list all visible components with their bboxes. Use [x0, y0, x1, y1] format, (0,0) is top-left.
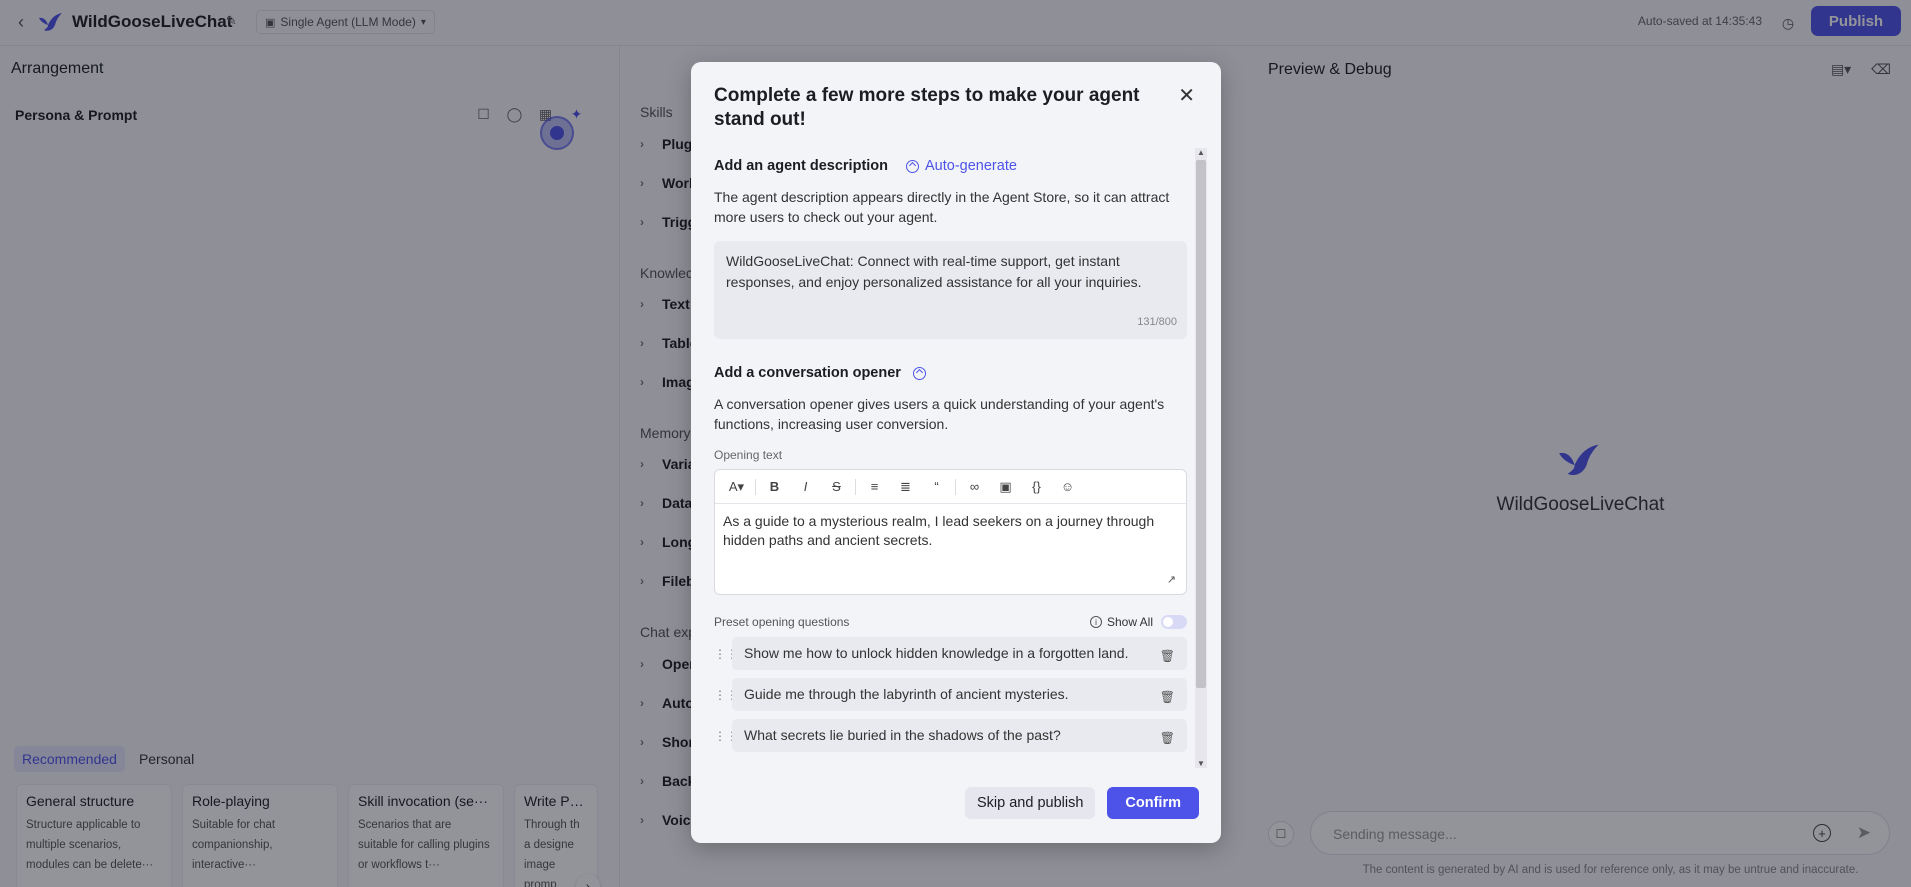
strikethrough-icon[interactable]: S	[821, 475, 852, 499]
expand-icon[interactable]: ↗	[1167, 573, 1176, 586]
preset-question-input[interactable]: Show me how to unlock hidden knowledge i…	[732, 637, 1187, 670]
opener-heading: Add a conversation opener	[714, 365, 901, 381]
toolbar-divider	[955, 478, 956, 495]
opening-text-label: Opening text	[714, 448, 783, 462]
image-icon[interactable]: ▣	[990, 475, 1021, 499]
opener-help: A conversation opener gives users a quic…	[714, 396, 1165, 432]
auto-generate-icon[interactable]	[912, 366, 926, 380]
opener-header: Add a conversation opener	[714, 365, 1187, 381]
scroll-up-icon[interactable]: ▲	[1195, 148, 1207, 157]
description-header: Add an agent description Auto-generate	[714, 158, 1187, 174]
preset-question-text: Guide me through the labyrinth of ancien…	[744, 686, 1069, 702]
opening-text-value: As a guide to a mysterious realm, I lead…	[723, 513, 1155, 548]
trash-icon[interactable]: 🗑	[1160, 728, 1175, 749]
modal-footer: Skip and publish Confirm	[964, 787, 1199, 819]
toolbar-divider	[855, 478, 856, 495]
close-icon[interactable]: ✕	[1178, 86, 1195, 106]
description-value: WildGooseLiveChat: Connect with real-tim…	[726, 253, 1142, 290]
modal-scrollbar[interactable]: ▲ ▼	[1195, 148, 1207, 768]
show-all-label: Show All	[1106, 615, 1153, 629]
scrollbar-thumb[interactable]	[1196, 160, 1206, 688]
preset-question-item: ⋮⋮ What secrets lie buried in the shadow…	[714, 719, 1187, 752]
text-style-icon[interactable]: A▾	[721, 475, 752, 499]
drag-handle-icon[interactable]: ⋮⋮	[714, 688, 738, 702]
preset-questions-header: Preset opening questions i Show All	[714, 615, 1187, 629]
preset-question-text: Show me how to unlock hidden knowledge i…	[744, 645, 1129, 661]
modal-body: Add an agent description Auto-generate T…	[714, 148, 1187, 768]
editor-toolbar: A▾ B I S ≡ ≣ “ ∞ ▣ {} ☺	[715, 470, 1186, 504]
preset-question-item: ⋮⋮ Show me how to unlock hidden knowledg…	[714, 637, 1187, 670]
description-textarea[interactable]: WildGooseLiveChat: Connect with real-tim…	[714, 241, 1187, 339]
publish-steps-modal: Complete a few more steps to make your a…	[691, 62, 1221, 843]
drag-handle-icon[interactable]: ⋮⋮	[714, 647, 738, 661]
opening-text-editor[interactable]: A▾ B I S ≡ ≣ “ ∞ ▣ {} ☺ As a guide to a …	[714, 469, 1187, 595]
show-all-toggle[interactable]	[1161, 615, 1187, 629]
info-icon: i	[1089, 616, 1102, 628]
auto-generate-icon	[906, 159, 920, 173]
show-all-control: i Show All	[1089, 615, 1187, 629]
preset-question-input[interactable]: What secrets lie buried in the shadows o…	[732, 719, 1187, 752]
scroll-down-icon[interactable]: ▼	[1195, 759, 1207, 768]
link-icon[interactable]: ∞	[959, 475, 990, 499]
drag-handle-icon[interactable]: ⋮⋮	[714, 729, 738, 743]
preset-question-text: What secrets lie buried in the shadows o…	[744, 727, 1061, 743]
quote-icon[interactable]: “	[921, 475, 952, 499]
code-icon[interactable]: {}	[1021, 475, 1052, 499]
skip-and-publish-button[interactable]: Skip and publish	[964, 787, 1096, 819]
numbered-list-icon[interactable]: ≣	[890, 475, 921, 499]
preset-question-input[interactable]: Guide me through the labyrinth of ancien…	[732, 678, 1187, 711]
user-icon[interactable]: ☺	[1052, 475, 1083, 499]
modal-title: Complete a few more steps to make your a…	[714, 85, 1140, 130]
preset-questions-label: Preset opening questions	[714, 615, 850, 629]
italic-icon[interactable]: I	[790, 475, 821, 499]
toolbar-divider	[755, 478, 756, 495]
auto-generate-button[interactable]: Auto-generate	[906, 158, 1017, 174]
char-counter: 131/800	[1137, 316, 1177, 328]
description-help: The agent description appears directly i…	[714, 189, 1170, 225]
confirm-button[interactable]: Confirm	[1107, 787, 1199, 819]
app-root: ‹ WildGooseLiveChat ✎ ▣ Single Agent (LL…	[0, 0, 1911, 887]
bold-icon[interactable]: B	[759, 475, 790, 499]
preset-question-item: ⋮⋮ Guide me through the labyrinth of anc…	[714, 678, 1187, 711]
trash-icon[interactable]: 🗑	[1160, 687, 1175, 708]
trash-icon[interactable]: 🗑	[1160, 646, 1175, 667]
bullet-list-icon[interactable]: ≡	[859, 475, 890, 499]
description-heading: Add an agent description	[714, 158, 889, 174]
auto-generate-label: Auto-generate	[925, 158, 1017, 174]
